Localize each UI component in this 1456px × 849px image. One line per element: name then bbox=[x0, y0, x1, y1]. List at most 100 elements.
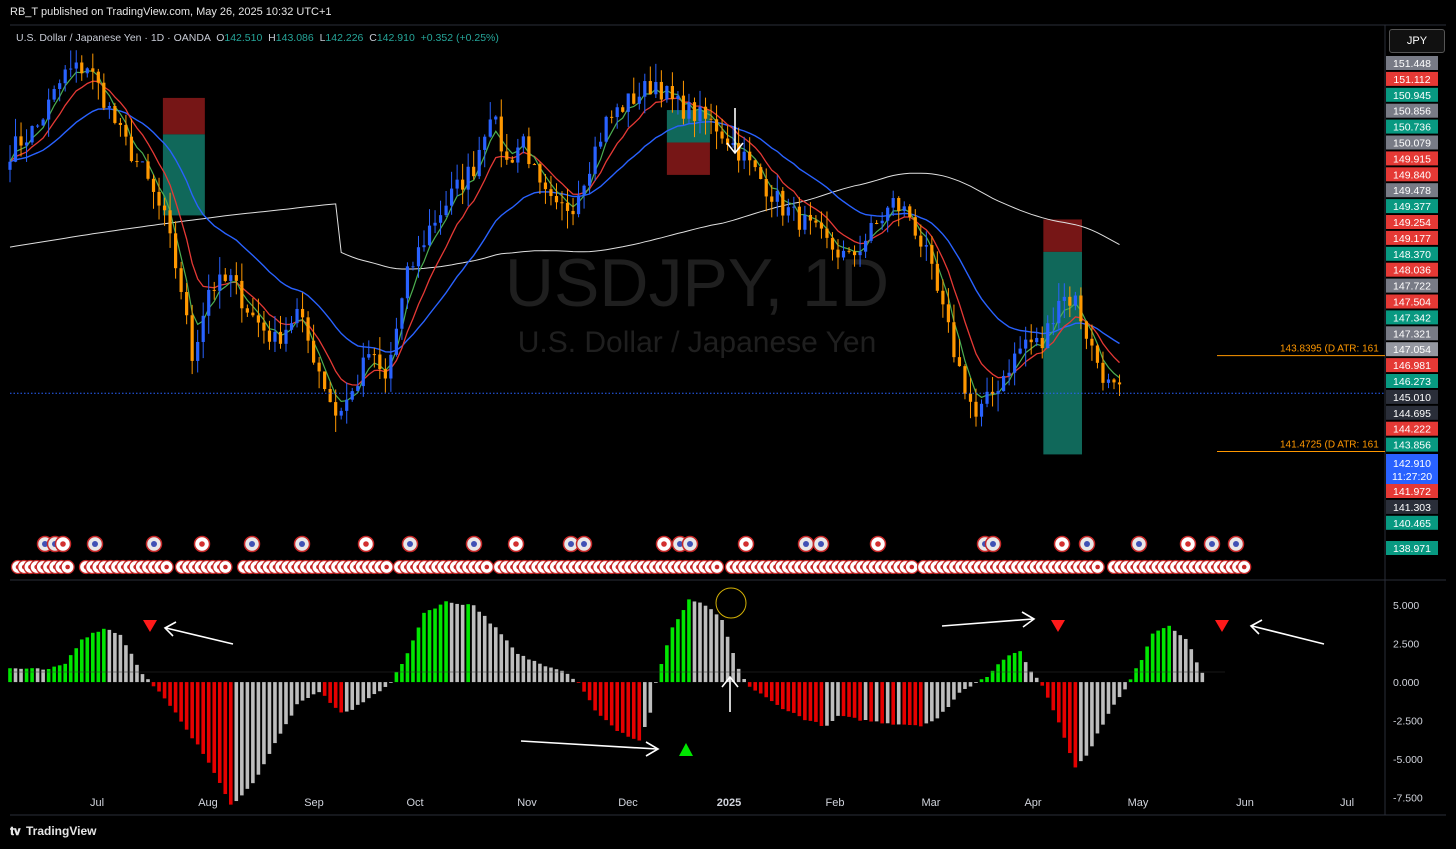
candle-body bbox=[1057, 300, 1061, 324]
candle-body bbox=[444, 205, 448, 216]
time-tick: Feb bbox=[826, 797, 845, 809]
hist-bar bbox=[499, 634, 504, 683]
hist-bar bbox=[698, 602, 702, 683]
candle-body bbox=[808, 214, 812, 221]
candle-body bbox=[411, 266, 415, 268]
price-tag: 144.222 bbox=[1393, 424, 1431, 436]
candle-body bbox=[968, 393, 973, 402]
candle-body bbox=[852, 251, 857, 256]
candle-body bbox=[185, 291, 189, 316]
hist-bar bbox=[902, 682, 907, 725]
hist-bar bbox=[885, 682, 890, 724]
hist-bar bbox=[985, 676, 989, 683]
hist-bar bbox=[549, 667, 553, 683]
price-tag: 151.448 bbox=[1393, 58, 1431, 70]
hist-bar bbox=[990, 670, 995, 683]
flag-center bbox=[568, 541, 574, 547]
hist-bar bbox=[96, 631, 101, 683]
chart-canvas[interactable]: USDJPY, 1D U.S. Dollar / Japanese Yen 14… bbox=[0, 0, 1456, 849]
osc-tick: -2.500 bbox=[1393, 716, 1423, 728]
price-tag: 145.010 bbox=[1393, 392, 1431, 404]
candle-body bbox=[952, 322, 956, 358]
price-tag: 148.036 bbox=[1393, 265, 1431, 277]
hist-bar bbox=[687, 599, 691, 683]
candle-body bbox=[494, 116, 498, 120]
hist-bar bbox=[510, 647, 515, 683]
candle-body bbox=[1079, 295, 1083, 322]
candle-body bbox=[151, 178, 156, 192]
hist-bar bbox=[289, 682, 294, 716]
hist-bar bbox=[819, 682, 824, 726]
hist-bar bbox=[212, 682, 217, 773]
time-tick: 2025 bbox=[717, 797, 741, 809]
hist-bar bbox=[582, 682, 586, 692]
candle-body bbox=[825, 228, 829, 238]
candle-body bbox=[1068, 296, 1072, 306]
candle-body bbox=[212, 289, 216, 291]
time-tick: Oct bbox=[406, 797, 423, 809]
hist-bar bbox=[444, 601, 448, 683]
candle-body bbox=[24, 142, 29, 146]
hist-bar bbox=[157, 682, 161, 692]
candle-body bbox=[427, 225, 432, 246]
candle-body bbox=[267, 330, 272, 342]
hist-bar bbox=[217, 682, 222, 783]
hist-bar bbox=[598, 682, 603, 716]
hist-bar bbox=[736, 668, 741, 683]
candle-body bbox=[483, 136, 487, 150]
candle-body bbox=[908, 206, 912, 218]
hist-bar bbox=[422, 612, 426, 683]
candle-body bbox=[1029, 339, 1033, 343]
flag-center bbox=[743, 541, 749, 547]
hist-bar bbox=[764, 682, 769, 698]
hist-bar bbox=[565, 673, 570, 683]
hist-bar bbox=[830, 682, 835, 721]
candle-body bbox=[858, 251, 862, 256]
hist-bar bbox=[361, 682, 366, 703]
candle-body bbox=[610, 116, 614, 118]
candle-body bbox=[869, 222, 873, 241]
candle-body bbox=[30, 126, 34, 143]
candle-body bbox=[47, 99, 51, 120]
hist-bar bbox=[720, 620, 724, 683]
hist-bar bbox=[146, 679, 150, 683]
candle-body bbox=[218, 274, 222, 291]
hist-bar bbox=[1172, 630, 1177, 683]
candle-body bbox=[400, 298, 404, 329]
flag-center bbox=[803, 541, 809, 547]
tradingview-logo: 𝐭𝐯 TradingView bbox=[10, 824, 96, 839]
hist-bar bbox=[455, 603, 459, 683]
candle-body bbox=[897, 198, 901, 211]
hist-bar bbox=[234, 682, 239, 802]
time-tick: Jul bbox=[1340, 797, 1354, 809]
candle-body bbox=[764, 178, 768, 197]
candle-body bbox=[930, 245, 934, 264]
candle-body bbox=[69, 68, 73, 70]
candle-body bbox=[223, 274, 227, 281]
candle-body bbox=[886, 207, 890, 221]
flag-center bbox=[875, 541, 881, 547]
hist-bar bbox=[803, 682, 807, 721]
oscillator-scale: 5.000 2.500 0.000 -2.500 -5.000 -7.500 bbox=[1393, 600, 1423, 805]
event-icon-dot bbox=[1241, 564, 1247, 570]
flag-center bbox=[687, 541, 693, 547]
candle-body bbox=[1024, 339, 1028, 349]
hist-bar bbox=[355, 682, 360, 705]
hist-bar bbox=[538, 663, 542, 683]
hist-bar bbox=[1068, 682, 1072, 754]
candle-body bbox=[875, 222, 879, 224]
economic-events-row[interactable] bbox=[10, 535, 1252, 575]
candle-body bbox=[543, 182, 548, 190]
hist-bar bbox=[251, 682, 255, 784]
hist-bar bbox=[295, 682, 299, 705]
candle-body bbox=[422, 245, 426, 248]
hist-bar bbox=[449, 602, 454, 683]
time-axis: Jul Aug Sep Oct Nov Dec 2025 Feb Mar Apr May Jun Jul bbox=[90, 797, 1354, 809]
candle-body bbox=[433, 222, 437, 226]
hist-bar bbox=[151, 682, 156, 687]
flag-center bbox=[513, 541, 519, 547]
hist-bar bbox=[648, 682, 653, 713]
hist-bar bbox=[35, 668, 40, 683]
hist-bar bbox=[974, 682, 978, 683]
hist-bar bbox=[438, 604, 443, 683]
